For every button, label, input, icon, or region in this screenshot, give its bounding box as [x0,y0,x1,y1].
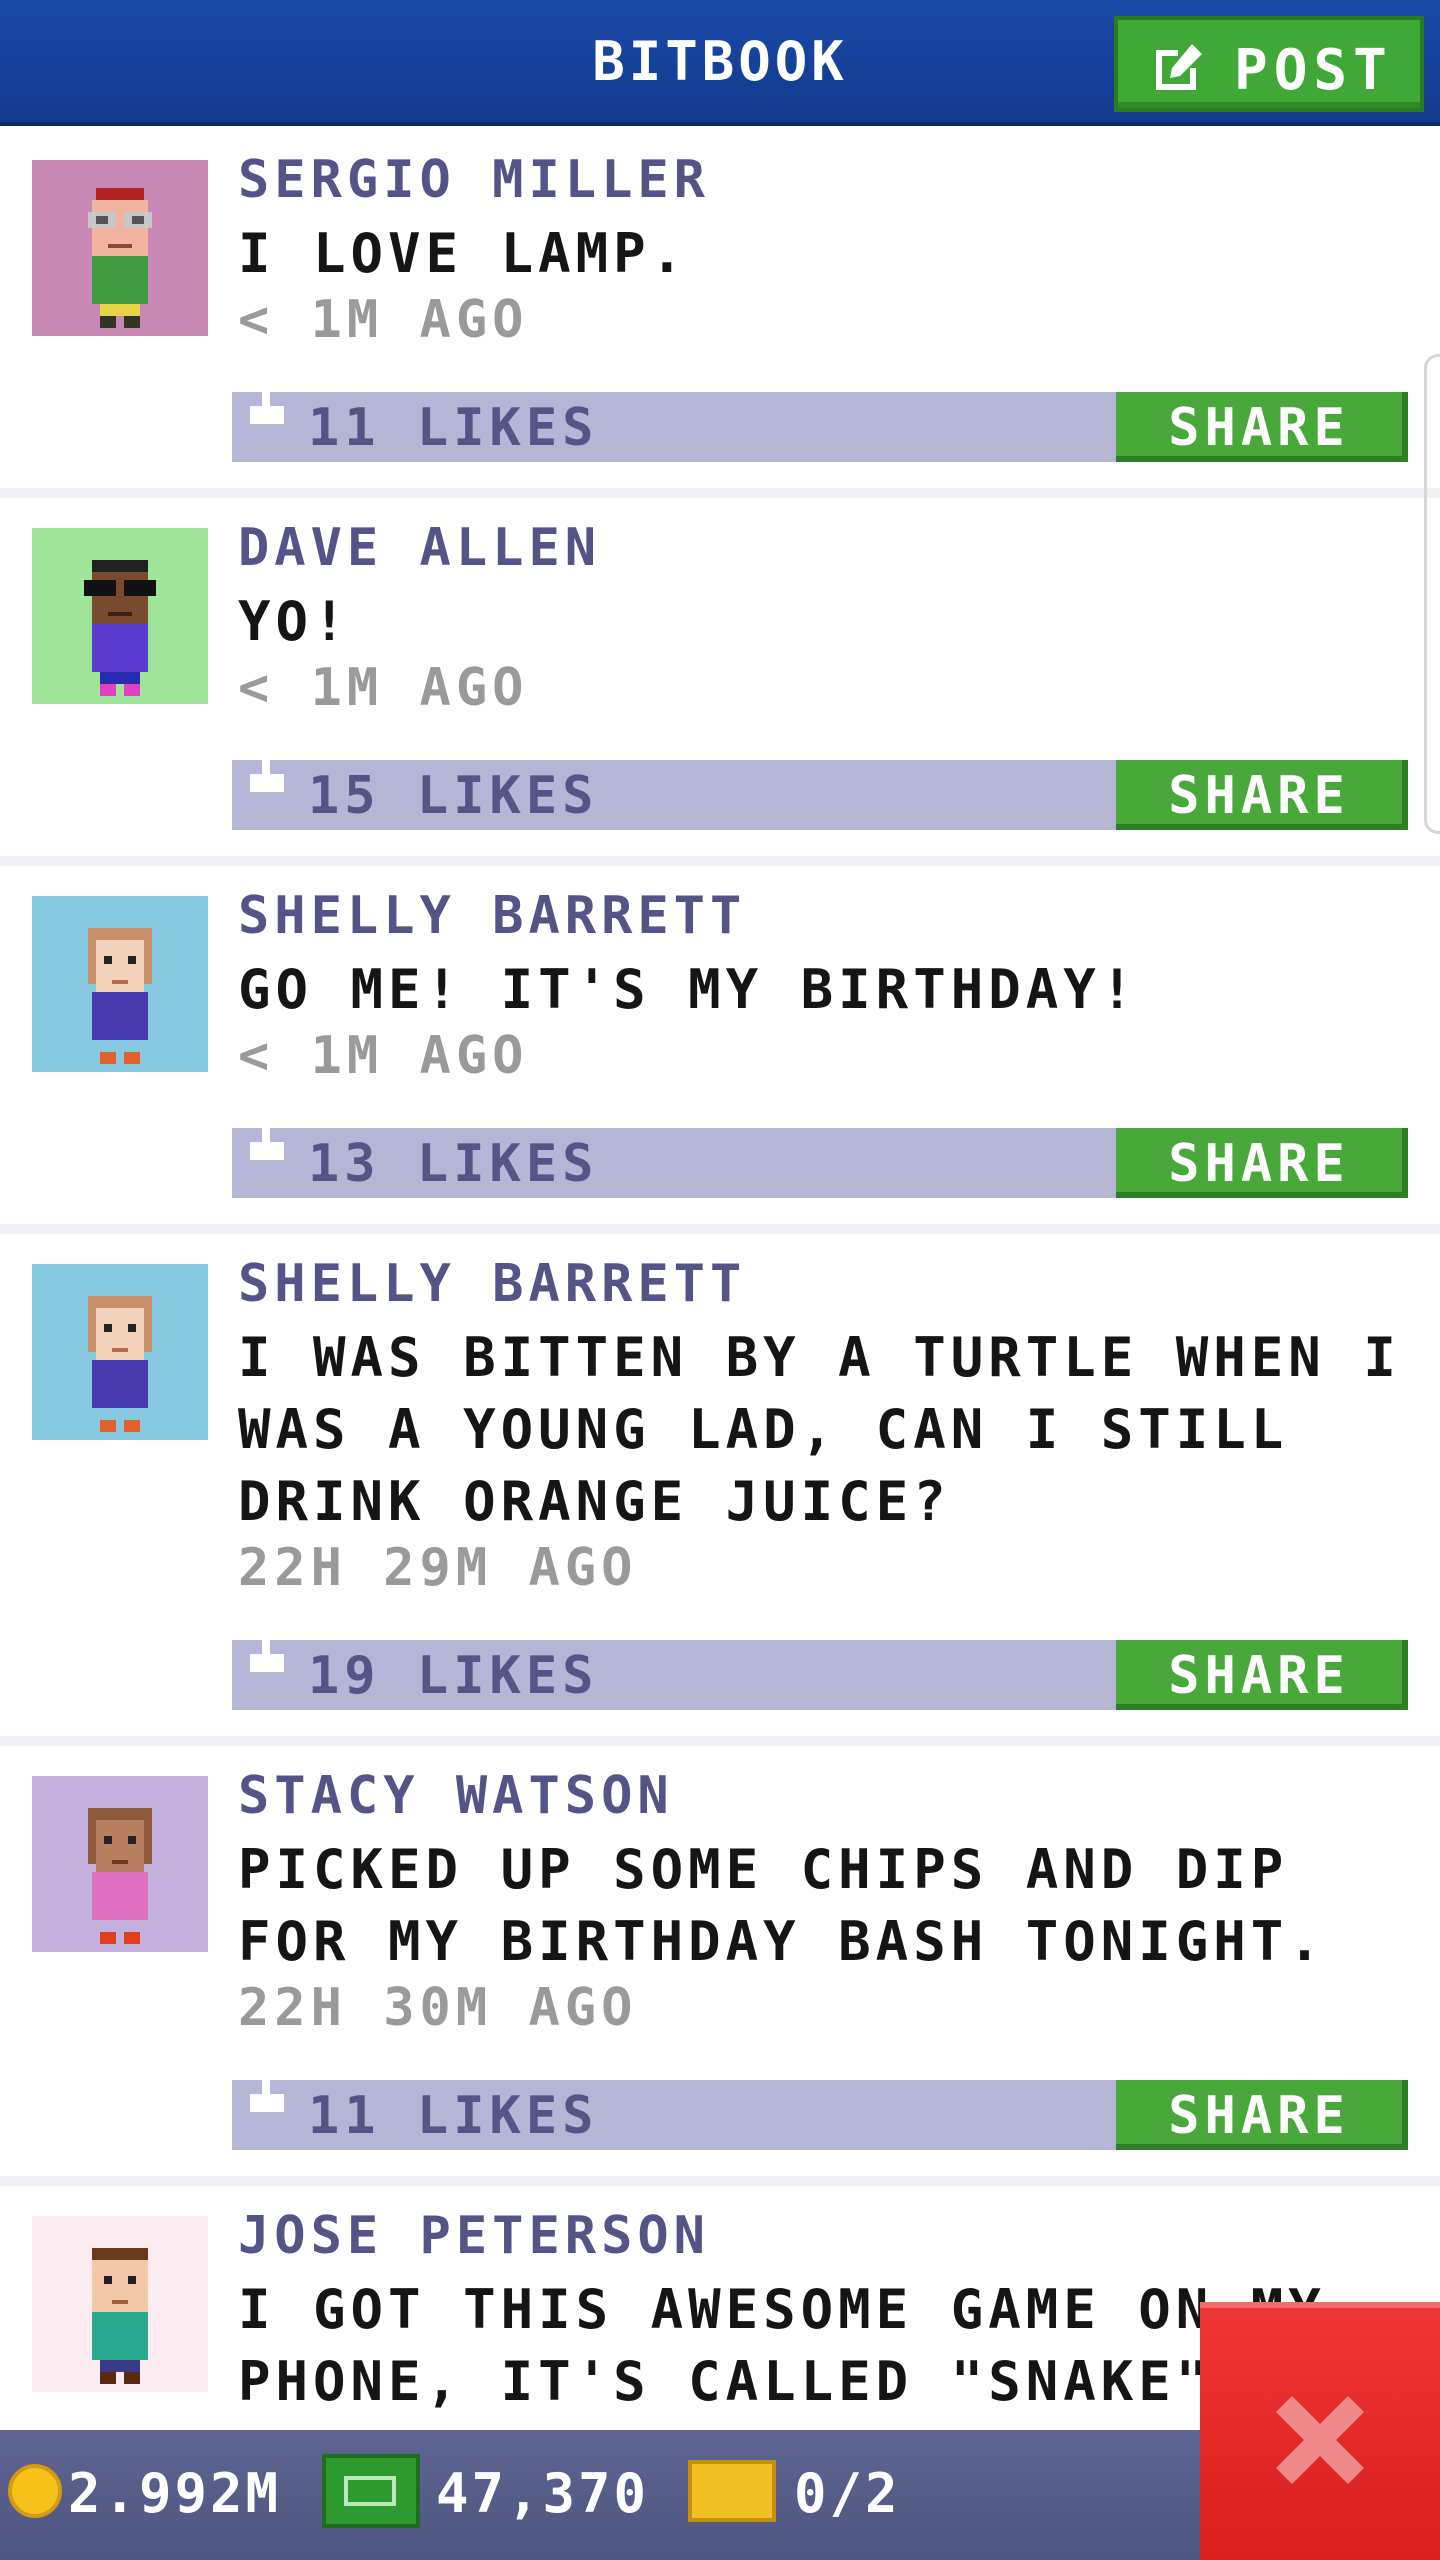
like-bar: 11 LIKES SHARE [232,378,1408,462]
post-time: 22H 30M AGO [238,1978,638,2038]
thumbs-up-icon[interactable] [250,2066,284,2126]
post-button-label: POST [1234,38,1393,103]
like-bar: 15 LIKES SHARE [232,746,1408,830]
divider [0,856,1440,866]
post-message: YO! [238,590,351,653]
like-bar: 13 LIKES SHARE [232,1114,1408,1198]
scrollbar[interactable] [1424,354,1440,834]
like-count: 13 LIKES [308,1134,599,1194]
post-author[interactable]: STACY WATSON [238,1766,674,1826]
share-button-label: SHARE [1168,398,1350,458]
like-count: 11 LIKES [308,2086,599,2146]
share-button[interactable]: SHARE [1116,1640,1408,1710]
post-message: I WAS BITTEN BY A TURTLE WHEN I WAS A YO… [238,1326,1401,1533]
share-button[interactable]: SHARE [1116,2080,1408,2150]
post-author[interactable]: JOSE PETERSON [238,2206,710,2266]
ticket-icon [688,2460,776,2522]
close-icon [1276,2396,1364,2484]
news-feed[interactable]: SERGIO MILLER I LOVE LAMP. < 1M AGO 11 L… [0,126,1440,2430]
avatar[interactable] [32,528,208,704]
dave-avatar-sprite [84,560,156,696]
stacy-avatar-sprite [88,1808,152,1944]
like-bar: 11 LIKES SHARE [232,2066,1408,2150]
post-author[interactable]: SHELLY BARRETT [238,886,746,946]
tickets-count: 0/2 [794,2462,901,2525]
thumbs-up-icon[interactable] [250,1114,284,1174]
post-time: < 1M AGO [238,1026,529,1086]
bux-count: 47,370 [436,2462,650,2525]
avatar[interactable] [32,1264,208,1440]
close-button[interactable] [1200,2302,1440,2560]
post-time: < 1M AGO [238,290,529,350]
avatar[interactable] [32,1776,208,1952]
post-button[interactable]: POST [1114,16,1424,112]
post-time: 22H 29M AGO [238,1538,638,1598]
post-message: PICKED UP SOME CHIPS AND DIP FOR MY BIRT… [238,1838,1326,1973]
divider [0,1736,1440,1746]
sergio-avatar-sprite [88,188,152,328]
share-button[interactable]: SHARE [1116,1128,1408,1198]
post-author[interactable]: DAVE ALLEN [238,518,601,578]
share-button-label: SHARE [1168,1134,1350,1194]
like-count: 11 LIKES [308,398,599,458]
shelly-avatar-sprite [88,928,152,1064]
coin-icon [8,2464,62,2518]
post-author[interactable]: SHELLY BARRETT [238,1254,746,1314]
post-message: I LOVE LAMP. [238,222,689,285]
avatar[interactable] [32,896,208,1072]
like-count: 19 LIKES [308,1646,599,1706]
thumbs-up-icon[interactable] [250,1626,284,1686]
share-button[interactable]: SHARE [1116,392,1408,462]
share-button-label: SHARE [1168,766,1350,826]
post-message: GO ME! IT'S MY BIRTHDAY! [238,958,1139,1021]
thumbs-up-icon[interactable] [250,378,284,438]
divider [0,1224,1440,1234]
divider [0,2176,1440,2186]
divider [0,488,1440,498]
coins-count: 2.992M [68,2462,282,2525]
shelly-avatar-sprite [88,1296,152,1432]
avatar[interactable] [32,160,208,336]
like-count: 15 LIKES [308,766,599,826]
cash-icon [322,2454,420,2528]
share-button-label: SHARE [1168,1646,1350,1706]
jose-avatar-sprite [92,2248,148,2384]
like-bar: 19 LIKES SHARE [232,1626,1408,1710]
share-button-label: SHARE [1168,2086,1350,2146]
app-header: BITBOOK POST [0,0,1440,126]
share-button[interactable]: SHARE [1116,760,1408,830]
edit-icon [1156,44,1202,90]
post-time: < 1M AGO [238,658,529,718]
post-author[interactable]: SERGIO MILLER [238,150,710,210]
thumbs-up-icon[interactable] [250,746,284,806]
avatar[interactable] [32,2216,208,2392]
